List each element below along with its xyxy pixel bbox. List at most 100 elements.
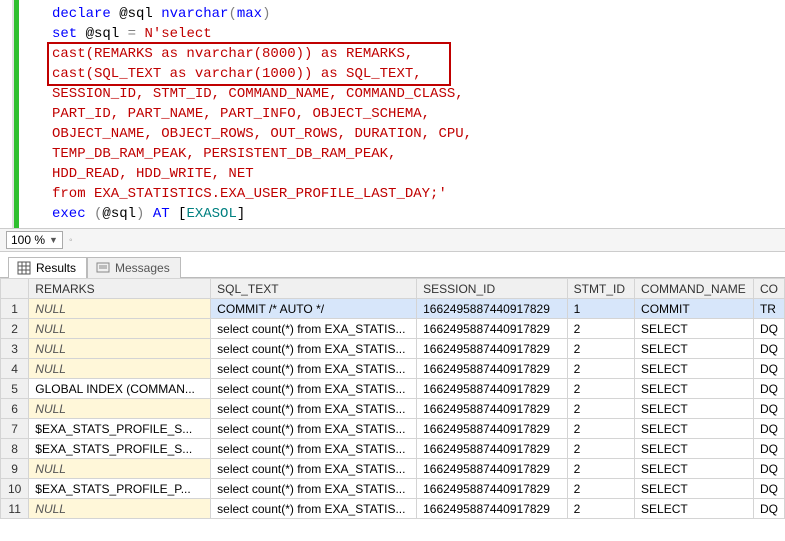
table-row[interactable]: 4NULLselect count(*) from EXA_STATIS...1… <box>1 359 785 379</box>
col-header-sqltext[interactable]: SQL_TEXT <box>211 279 417 299</box>
table-row[interactable]: 6NULLselect count(*) from EXA_STATIS...1… <box>1 399 785 419</box>
cell-stmt[interactable]: 2 <box>567 499 634 519</box>
cell-remarks[interactable]: NULL <box>29 399 211 419</box>
cell-session[interactable]: 1662495887440917829 <box>417 359 568 379</box>
table-row[interactable]: 2NULLselect count(*) from EXA_STATIS...1… <box>1 319 785 339</box>
sql-code-editor[interactable]: declare @sql nvarchar(max)set @sql = N's… <box>12 0 785 228</box>
cell-co[interactable]: DQ <box>753 479 784 499</box>
cell-co[interactable]: DQ <box>753 419 784 439</box>
row-number[interactable]: 5 <box>1 379 29 399</box>
cell-stmt[interactable]: 2 <box>567 419 634 439</box>
cell-cmd[interactable]: SELECT <box>635 359 754 379</box>
cell-stmt[interactable]: 2 <box>567 319 634 339</box>
col-header-co[interactable]: CO <box>753 279 784 299</box>
cell-sqltext[interactable]: select count(*) from EXA_STATIS... <box>211 419 417 439</box>
cell-remarks[interactable]: NULL <box>29 499 211 519</box>
cell-co[interactable]: DQ <box>753 339 784 359</box>
table-row[interactable]: 1NULLCOMMIT /* AUTO */166249588744091782… <box>1 299 785 319</box>
cell-session[interactable]: 1662495887440917829 <box>417 379 568 399</box>
cell-co[interactable]: DQ <box>753 319 784 339</box>
cell-session[interactable]: 1662495887440917829 <box>417 439 568 459</box>
row-number[interactable]: 1 <box>1 299 29 319</box>
cell-co[interactable]: DQ <box>753 439 784 459</box>
cell-cmd[interactable]: SELECT <box>635 459 754 479</box>
row-number[interactable]: 9 <box>1 459 29 479</box>
table-row[interactable]: 5GLOBAL INDEX (COMMAN...select count(*) … <box>1 379 785 399</box>
cell-co[interactable]: TR <box>753 299 784 319</box>
row-number[interactable]: 11 <box>1 499 29 519</box>
cell-stmt[interactable]: 2 <box>567 459 634 479</box>
cell-remarks[interactable]: NULL <box>29 359 211 379</box>
cell-co[interactable]: DQ <box>753 399 784 419</box>
cell-cmd[interactable]: SELECT <box>635 499 754 519</box>
table-row[interactable]: 8$EXA_STATS_PROFILE_S...select count(*) … <box>1 439 785 459</box>
col-header-stmt[interactable]: STMT_ID <box>567 279 634 299</box>
cell-sqltext[interactable]: select count(*) from EXA_STATIS... <box>211 319 417 339</box>
row-number[interactable]: 4 <box>1 359 29 379</box>
table-row[interactable]: 10$EXA_STATS_PROFILE_P...select count(*)… <box>1 479 785 499</box>
cell-sqltext[interactable]: COMMIT /* AUTO */ <box>211 299 417 319</box>
cell-cmd[interactable]: SELECT <box>635 479 754 499</box>
cell-co[interactable]: DQ <box>753 379 784 399</box>
cell-stmt[interactable]: 2 <box>567 339 634 359</box>
cell-stmt[interactable]: 1 <box>567 299 634 319</box>
cell-session[interactable]: 1662495887440917829 <box>417 479 568 499</box>
col-header-remarks[interactable]: REMARKS <box>29 279 211 299</box>
table-row[interactable]: 7$EXA_STATS_PROFILE_S...select count(*) … <box>1 419 785 439</box>
cell-session[interactable]: 1662495887440917829 <box>417 419 568 439</box>
cell-sqltext[interactable]: select count(*) from EXA_STATIS... <box>211 379 417 399</box>
cell-remarks[interactable]: NULL <box>29 339 211 359</box>
cell-remarks[interactable]: NULL <box>29 459 211 479</box>
tab-results[interactable]: Results <box>8 257 87 278</box>
cell-stmt[interactable]: 2 <box>567 479 634 499</box>
cell-cmd[interactable]: SELECT <box>635 439 754 459</box>
table-row[interactable]: 3NULLselect count(*) from EXA_STATIS...1… <box>1 339 785 359</box>
cell-session[interactable]: 1662495887440917829 <box>417 459 568 479</box>
cell-remarks[interactable]: $EXA_STATS_PROFILE_S... <box>29 419 211 439</box>
table-row[interactable]: 11NULLselect count(*) from EXA_STATIS...… <box>1 499 785 519</box>
cell-remarks[interactable]: $EXA_STATS_PROFILE_S... <box>29 439 211 459</box>
cell-cmd[interactable]: SELECT <box>635 379 754 399</box>
col-header-session[interactable]: SESSION_ID <box>417 279 568 299</box>
cell-co[interactable]: DQ <box>753 359 784 379</box>
results-grid[interactable]: REMARKS SQL_TEXT SESSION_ID STMT_ID COMM… <box>0 278 785 519</box>
row-number[interactable]: 2 <box>1 319 29 339</box>
cell-co[interactable]: DQ <box>753 499 784 519</box>
cell-sqltext[interactable]: select count(*) from EXA_STATIS... <box>211 399 417 419</box>
row-number[interactable]: 6 <box>1 399 29 419</box>
cell-sqltext[interactable]: select count(*) from EXA_STATIS... <box>211 479 417 499</box>
cell-sqltext[interactable]: select count(*) from EXA_STATIS... <box>211 439 417 459</box>
tab-messages[interactable]: Messages <box>87 257 181 278</box>
cell-cmd[interactable]: SELECT <box>635 319 754 339</box>
tab-results-label: Results <box>36 261 76 275</box>
cell-session[interactable]: 1662495887440917829 <box>417 299 568 319</box>
zoom-dropdown[interactable]: 100 % ▼ <box>6 231 63 249</box>
table-row[interactable]: 9NULLselect count(*) from EXA_STATIS...1… <box>1 459 785 479</box>
cell-remarks[interactable]: GLOBAL INDEX (COMMAN... <box>29 379 211 399</box>
cell-stmt[interactable]: 2 <box>567 439 634 459</box>
row-number[interactable]: 3 <box>1 339 29 359</box>
cell-remarks[interactable]: $EXA_STATS_PROFILE_P... <box>29 479 211 499</box>
cell-session[interactable]: 1662495887440917829 <box>417 399 568 419</box>
cell-stmt[interactable]: 2 <box>567 359 634 379</box>
cell-session[interactable]: 1662495887440917829 <box>417 319 568 339</box>
row-number[interactable]: 8 <box>1 439 29 459</box>
cell-cmd[interactable]: COMMIT <box>635 299 754 319</box>
cell-session[interactable]: 1662495887440917829 <box>417 499 568 519</box>
cell-sqltext[interactable]: select count(*) from EXA_STATIS... <box>211 339 417 359</box>
cell-remarks[interactable]: NULL <box>29 299 211 319</box>
cell-stmt[interactable]: 2 <box>567 399 634 419</box>
cell-sqltext[interactable]: select count(*) from EXA_STATIS... <box>211 359 417 379</box>
cell-sqltext[interactable]: select count(*) from EXA_STATIS... <box>211 459 417 479</box>
cell-remarks[interactable]: NULL <box>29 319 211 339</box>
cell-sqltext[interactable]: select count(*) from EXA_STATIS... <box>211 499 417 519</box>
cell-cmd[interactable]: SELECT <box>635 339 754 359</box>
cell-co[interactable]: DQ <box>753 459 784 479</box>
cell-cmd[interactable]: SELECT <box>635 399 754 419</box>
row-number[interactable]: 7 <box>1 419 29 439</box>
row-number[interactable]: 10 <box>1 479 29 499</box>
cell-session[interactable]: 1662495887440917829 <box>417 339 568 359</box>
col-header-cmd[interactable]: COMMAND_NAME <box>635 279 754 299</box>
cell-stmt[interactable]: 2 <box>567 379 634 399</box>
cell-cmd[interactable]: SELECT <box>635 419 754 439</box>
